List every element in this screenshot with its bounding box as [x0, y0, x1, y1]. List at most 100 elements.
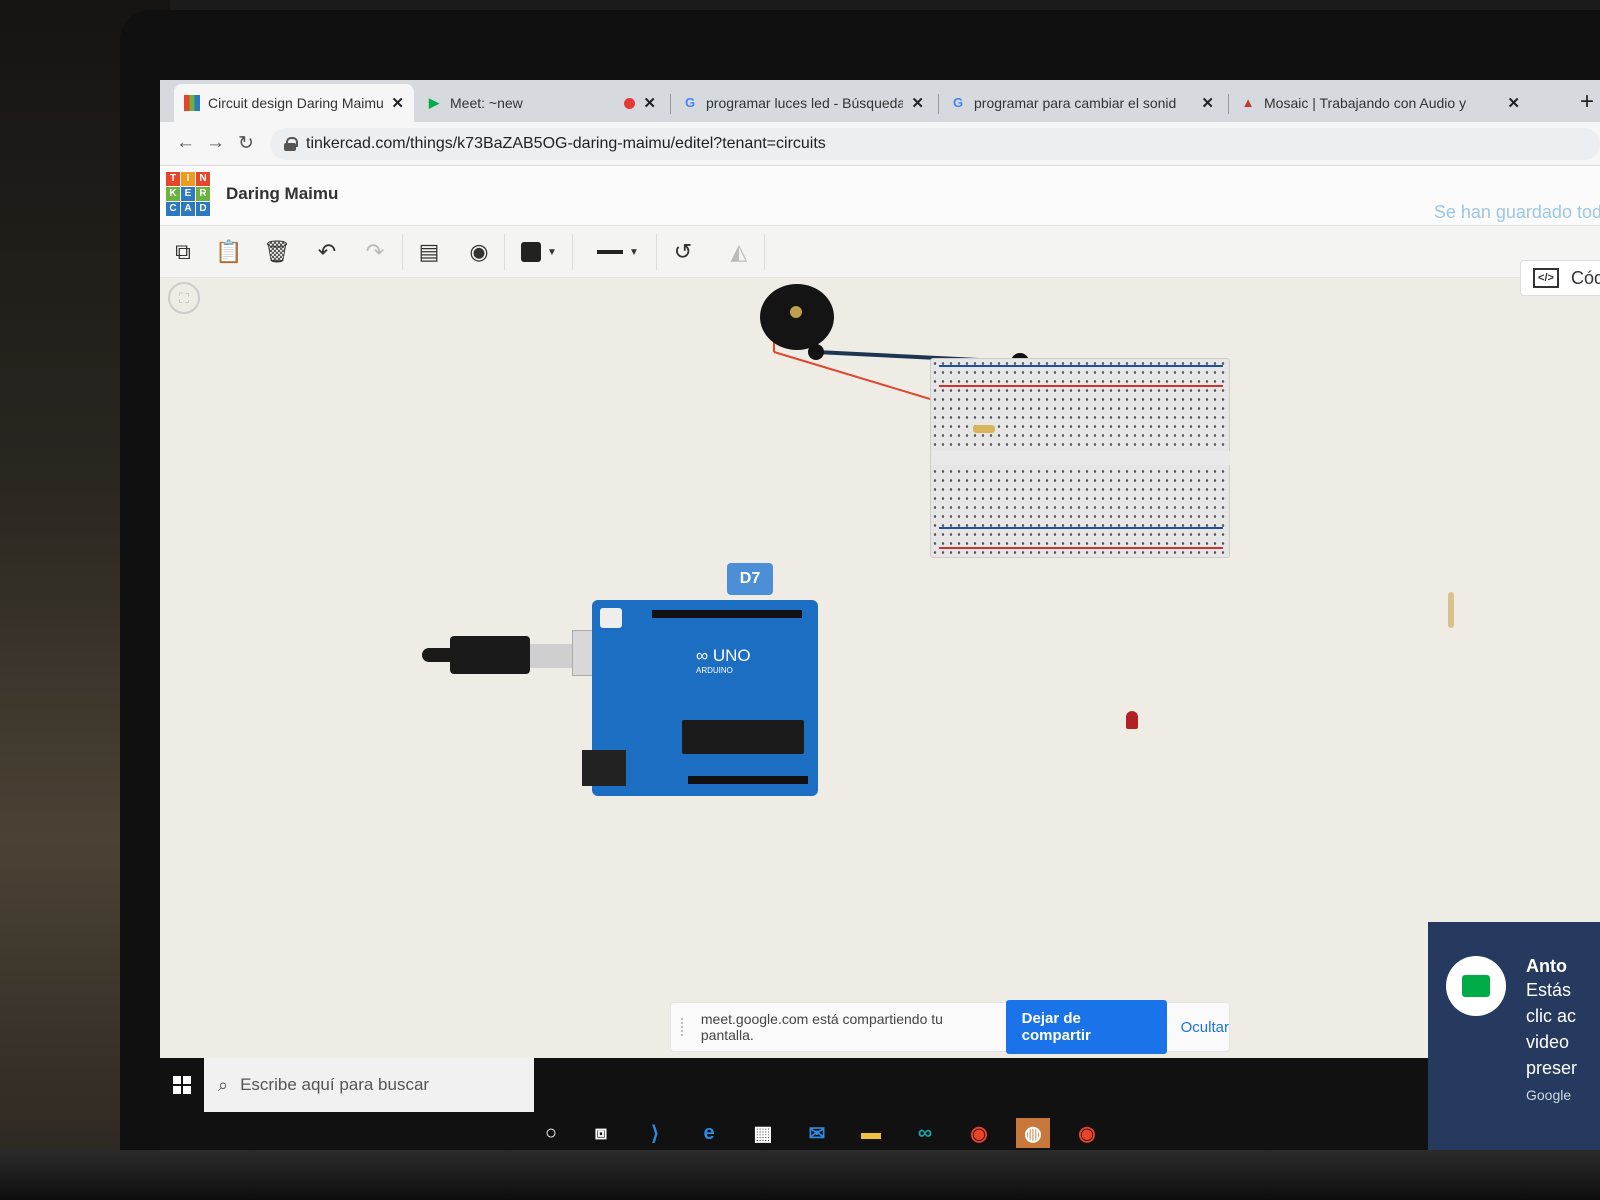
chrome-icon[interactable]: ◉: [962, 1118, 996, 1148]
tab-title: programar para cambiar el sonid: [974, 95, 1177, 111]
digital-header[interactable]: [652, 610, 802, 618]
power-jack[interactable]: [582, 750, 626, 786]
circuit-canvas[interactable]: ∞ UNO ARDUINO D7: [160, 278, 1600, 1058]
rail-line: [939, 527, 1223, 529]
tab-title: programar luces led - Búsqueda: [706, 95, 904, 111]
chevron-down-icon: ▼: [547, 246, 557, 258]
paste-icon[interactable]: 📋: [212, 236, 246, 268]
google-favicon-icon: G: [684, 95, 696, 110]
tab-tinkercad[interactable]: Circuit design Daring Maimu | Tir ✕: [174, 84, 414, 122]
uno-label: ∞ UNO: [696, 646, 751, 666]
usb-cable-neck[interactable]: [530, 644, 572, 668]
task-view-icon[interactable]: ⧈: [584, 1118, 618, 1148]
toast-line: video: [1526, 1032, 1570, 1052]
tab-search-sound[interactable]: G programar para cambiar el sonid ✕: [940, 84, 1224, 122]
edge-icon[interactable]: e: [692, 1118, 726, 1148]
stop-sharing-button[interactable]: Dejar de compartir: [1005, 1000, 1167, 1054]
design-name[interactable]: Daring Maimu: [226, 184, 338, 204]
close-icon[interactable]: ✕: [911, 94, 924, 112]
new-tab-button[interactable]: +: [1580, 88, 1594, 116]
vscode-icon[interactable]: ⟩: [638, 1118, 672, 1148]
copy-icon[interactable]: ⧉: [166, 236, 200, 268]
undo-icon[interactable]: ↶: [310, 236, 344, 268]
mosaic-favicon-icon: ▲: [1241, 95, 1255, 110]
mail-icon[interactable]: ✉: [800, 1118, 834, 1148]
logo-letter: E: [181, 187, 195, 201]
taskbar-search[interactable]: ⌕ Escribe aquí para buscar: [204, 1058, 534, 1112]
rail-line: [939, 385, 1223, 387]
reset-button[interactable]: [600, 608, 622, 628]
logo-letter: A: [181, 202, 195, 216]
arduino-brand: ARDUINO: [696, 666, 733, 675]
red-led[interactable]: [1126, 711, 1138, 729]
browser-toolbar: ← → ↻ tinkercad.com/things/k73BaZAB5OG-d…: [160, 122, 1600, 166]
windows-taskbar: ⌕ Escribe aquí para buscar ○ ⧈ ⟩ e ▦ ✉ ▬…: [160, 1058, 1600, 1150]
annotation-visibility-icon[interactable]: ◉: [462, 236, 496, 268]
tinkercad-logo[interactable]: T I N K E R C A D: [166, 172, 210, 216]
windows-logo-icon: [173, 1076, 191, 1094]
usb-cable[interactable]: [450, 636, 530, 674]
notes-icon[interactable]: ▤: [412, 236, 446, 268]
mirror-icon[interactable]: ◭: [722, 236, 756, 268]
reload-icon[interactable]: ↻: [238, 132, 254, 155]
hide-button[interactable]: Ocultar: [1181, 1019, 1229, 1036]
chrome-icon[interactable]: ◉: [1070, 1118, 1104, 1148]
rail-line: [939, 365, 1223, 367]
start-button[interactable]: [160, 1058, 204, 1112]
close-icon[interactable]: ✕: [643, 94, 656, 112]
meet-notification[interactable]: Anto Estás clic ac video preser Google: [1428, 922, 1600, 1150]
line-sample: [597, 250, 624, 254]
microcontroller-chip: [682, 720, 804, 754]
breadboard-gap: [931, 451, 1231, 465]
logo-letter: I: [181, 172, 195, 186]
breadboard[interactable]: [930, 358, 1231, 558]
editor-toolbar: ⧉ 📋 🗑 ↶ ↷ ▤ ◉ ▼ ▼ ↺ ◭: [160, 226, 1600, 278]
file-explorer-icon[interactable]: ▬: [854, 1118, 888, 1148]
logo-letter: K: [166, 187, 180, 201]
rotate-icon[interactable]: ↺: [666, 236, 700, 268]
save-status: Se han guardado todos lo: [1433, 202, 1600, 222]
tinkercad-favicon-icon: [184, 95, 200, 111]
color-swatch-icon[interactable]: ▼: [514, 236, 564, 268]
tab-title: Circuit design Daring Maimu | Tir: [208, 95, 384, 111]
toast-line: Estás: [1526, 980, 1572, 1000]
laptop-keyboard-edge: [0, 1150, 1600, 1200]
redo-icon[interactable]: ↷: [358, 236, 392, 268]
toolbar-separator: [764, 234, 765, 270]
logo-letter: N: [196, 172, 210, 186]
toolbar-separator: [402, 234, 403, 270]
arduino-ide-icon[interactable]: ∞: [908, 1118, 942, 1148]
address-bar[interactable]: tinkercad.com/things/k73BaZAB5OG-daring-…: [270, 128, 1600, 160]
pin-tooltip: D7: [727, 563, 773, 595]
cortana-icon[interactable]: ○: [534, 1118, 568, 1148]
close-icon[interactable]: ✕: [1201, 94, 1214, 112]
analog-header[interactable]: [688, 776, 808, 784]
tab-separator: [1228, 94, 1229, 114]
meet-favicon-icon: ▶: [429, 95, 439, 110]
resistor[interactable]: [973, 425, 995, 433]
drag-handle-icon[interactable]: [681, 1018, 687, 1036]
browser-tab-strip: Circuit design Daring Maimu | Tir ✕ ▶ Me…: [160, 80, 1600, 122]
tab-mosaic[interactable]: ▲ Mosaic | Trabajando con Audio y ✕: [1230, 84, 1530, 122]
infinity-logo-icon: ∞: [696, 646, 713, 665]
recorder-icon[interactable]: ◍: [1016, 1118, 1050, 1148]
close-icon[interactable]: ✕: [391, 94, 404, 112]
share-message: meet.google.com está compartiendo tu pan…: [700, 1011, 943, 1043]
wire-style-icon[interactable]: ▼: [588, 236, 648, 268]
tab-search-leds[interactable]: G programar luces led - Búsqueda ✕: [672, 84, 934, 122]
back-arrow-icon[interactable]: ←: [176, 132, 195, 154]
google-favicon-icon: G: [952, 95, 964, 110]
trash-icon[interactable]: 🗑: [260, 236, 294, 268]
resistor[interactable]: [1448, 592, 1454, 628]
close-icon[interactable]: ✕: [1507, 94, 1520, 112]
search-icon: ⌕: [218, 1074, 229, 1095]
piezo-buzzer[interactable]: [760, 284, 834, 350]
forward-arrow-icon[interactable]: →: [206, 132, 225, 154]
tab-meet[interactable]: ▶ Meet: ~new ✕: [416, 84, 666, 122]
chevron-down-icon: ▼: [629, 246, 639, 258]
arduino-uno-board[interactable]: ∞ UNO ARDUINO: [582, 600, 818, 796]
store-icon[interactable]: ▦: [746, 1118, 780, 1148]
tab-title: Meet: ~new: [450, 95, 523, 111]
toast-line: preser: [1526, 1058, 1578, 1078]
logo-letter: C: [166, 202, 180, 216]
